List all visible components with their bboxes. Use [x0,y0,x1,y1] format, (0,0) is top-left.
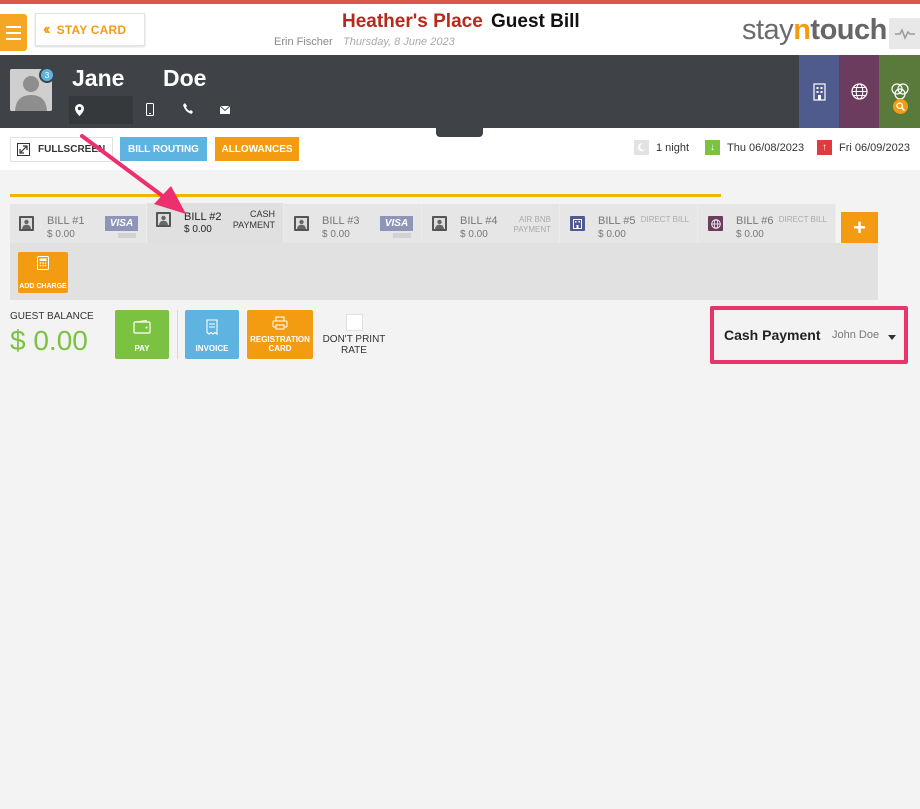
pay-button[interactable]: PAY [115,310,169,359]
calculator-icon [37,256,49,270]
bill-tab-6[interactable]: BILL #6 $ 0.00 DIRECT BILL [699,204,836,243]
location-field[interactable] [69,96,133,124]
guest-icon [19,216,34,231]
dont-print-rate-label: DON'T PRINT RATE [322,334,386,356]
location-pin-icon [75,104,84,116]
moon-icon [634,140,649,155]
charge-panel: ADD CHARGE [10,243,878,300]
guest-icon [294,216,309,231]
guest-last-name[interactable]: Doe [163,65,206,92]
invoice-label: INVOICE [195,344,229,353]
nights-info: 1 night [634,140,689,155]
stay-card-button[interactable]: ‹‹ STAY CARD [35,13,145,46]
nights-count: 1 night [656,141,690,154]
hamburger-icon [6,25,21,28]
bill-payment-type: AIR BNB PAYMENT [513,215,551,234]
bill-tab-2[interactable]: BILL #2 $ 0.00 CASH PAYMENT [147,203,284,243]
payment-type-selector[interactable]: Cash Payment John Doe [710,306,908,364]
bill-tab-4[interactable]: BILL #4 $ 0.00 AIR BNB PAYMENT [423,204,560,243]
bill-amount: $ 0.00 [184,224,212,235]
guest-balance-label: GUEST BALANCE [10,311,94,322]
phone-icon[interactable] [183,103,193,114]
visa-card-icon: VISA [105,216,138,231]
guest-header: 3 Jane Doe [0,55,920,128]
bill-amount: $ 0.00 [47,229,75,240]
bill-payment-type: CASH PAYMENT [232,209,275,230]
page-title: Guest Bill [491,11,580,32]
bill-tab-5[interactable]: BILL #5 $ 0.00 DIRECT BILL [561,204,698,243]
double-chevron-left-icon: ‹‹ [43,20,50,38]
departure-date: Fri 06/09/2023 [839,141,910,154]
arrow-down-icon: ↓ [705,140,720,155]
header-pull-tab[interactable] [436,128,483,137]
stayntouch-logo: stayntouch [742,14,887,46]
guest-balance-amount: $ 0.00 [10,325,88,356]
guest-count-badge: 3 [39,67,55,83]
hotel-name: Heather's Place [342,11,483,32]
guest-icon [432,216,447,231]
stay-card-label: STAY CARD [56,22,127,37]
add-charge-button[interactable]: ADD CHARGE [18,252,68,293]
bill-amount: $ 0.00 [460,229,488,240]
bill-payment-type: DIRECT BILL [778,215,827,224]
caret-down-icon [888,335,896,340]
guest-icon [156,212,171,227]
globe-icon [850,83,868,100]
wallet-icon [133,320,151,334]
allowances-button[interactable]: ALLOWANCES [215,137,299,161]
fullscreen-button[interactable]: FULLSCREEN [10,137,113,162]
building-icon [570,216,585,231]
dont-print-rate-checkbox[interactable] [346,314,363,331]
activity-button[interactable] [889,18,920,49]
divider [177,310,178,359]
pulse-icon [894,27,915,40]
email-icon[interactable] [220,106,230,114]
bill-name: BILL #3 [322,215,360,227]
registration-card-button[interactable]: REGISTRATION CARD [247,310,313,359]
arrival-info: ↓ Thu 06/08/2023 [705,140,804,155]
arrival-date: Thu 06/08/2023 [727,141,805,154]
group-tile[interactable] [879,55,920,128]
mobile-phone-icon[interactable] [146,103,154,116]
bill-tabs: BILL #1 $ 0.00 VISA BILL #2 $ 0.00 CASH … [10,203,836,243]
travel-agent-tile[interactable] [839,55,879,128]
registration-card-label: REGISTRATION CARD [250,335,310,353]
bill-payment-type: DIRECT BILL [640,215,689,224]
guest-tiles [799,55,920,128]
departure-info: ↑ Fri 06/09/2023 [817,140,910,155]
search-icon[interactable] [893,99,908,114]
payment-guest-name: John Doe [832,329,880,341]
fullscreen-label: FULLSCREEN [38,144,106,155]
arrow-up-icon: ↑ [817,140,832,155]
receipt-icon [206,319,218,335]
bill-tab-1[interactable]: BILL #1 $ 0.00 VISA [10,204,147,243]
payment-type-label: Cash Payment [724,327,821,343]
top-bar: ‹‹ STAY CARD Heather's Place Guest Bill … [0,4,920,55]
business-date: Thursday, 8 June 2023 [343,36,455,48]
invoice-button[interactable]: INVOICE [185,310,239,359]
add-charge-label: ADD CHARGE [19,283,67,290]
bill-tab-3[interactable]: BILL #3 $ 0.00 VISA [285,204,422,243]
company-card-tile[interactable] [799,55,839,128]
globe-icon [708,216,723,231]
visa-card-icon: VISA [380,216,413,231]
bill-name: BILL #1 [47,215,85,227]
expand-icon [17,143,30,156]
menu-button[interactable] [0,14,27,51]
guest-first-name[interactable]: Jane [72,65,124,92]
building-icon [812,82,826,101]
pay-label: PAY [134,344,150,353]
bill-routing-button[interactable]: BILL ROUTING [120,137,207,161]
bill-amount: $ 0.00 [322,229,350,240]
bill-amount: $ 0.00 [598,229,626,240]
printer-icon [272,316,288,330]
add-bill-button[interactable]: + [841,212,878,243]
bill-progress-line [10,194,721,197]
bill-amount: $ 0.00 [736,229,764,240]
user-name: Erin Fischer [274,36,333,48]
